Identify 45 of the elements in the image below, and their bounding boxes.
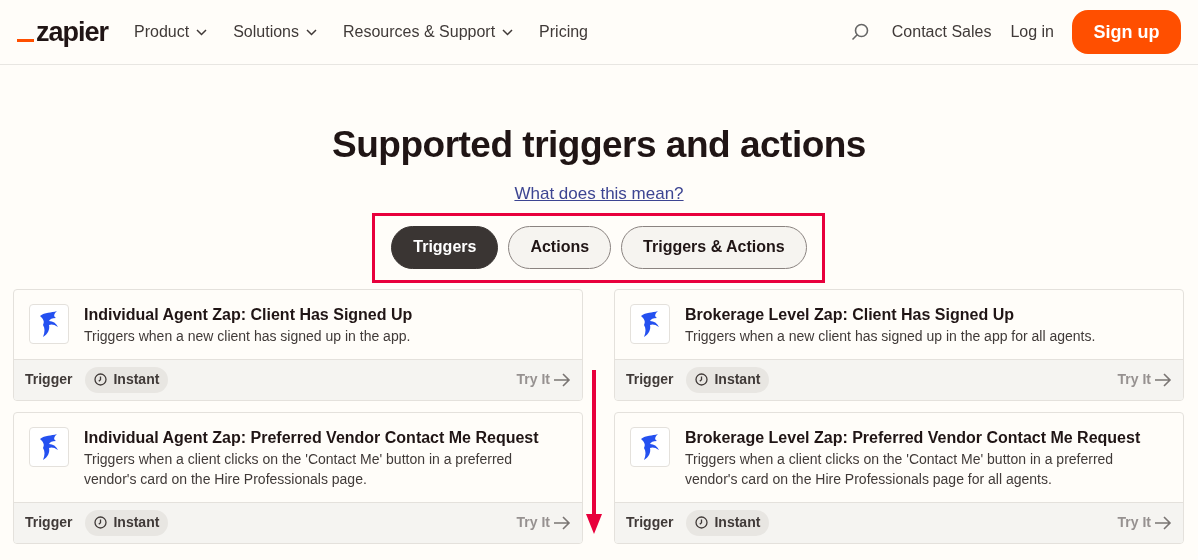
app-logo-icon	[630, 303, 670, 344]
nav-menu-item[interactable]: Resources & Support	[343, 20, 514, 44]
card-title: Individual Agent Zap: Preferred Vendor Contact Me Request	[84, 427, 540, 448]
logo-bar-icon	[17, 38, 34, 42]
card-type-label: Trigger	[626, 370, 674, 389]
arrow-right-icon	[553, 372, 571, 387]
app-logo-icon	[29, 426, 69, 467]
card-title: Brokerage Level Zap: Preferred Vendor Contact Me Request	[685, 427, 1142, 448]
chevron-down-icon	[502, 28, 514, 36]
nav-menu-item[interactable]: Pricing	[539, 20, 588, 44]
arrow-right-icon	[1154, 515, 1172, 530]
app-logo-icon	[630, 426, 670, 467]
card-description: Triggers when a new client has signed up in the app for all agents.	[685, 326, 1096, 346]
filter-tab[interactable]: Triggers & Actions	[621, 225, 807, 269]
card-description: Triggers when a client clicks on the 'Contact Me' button in a preferred vendor's card on the Hire Professionals page for all agents.	[685, 449, 1115, 489]
filter-tab[interactable]: Actions	[508, 225, 612, 269]
arrow-right-icon	[1154, 372, 1172, 387]
card-description: Triggers when a new client has signed up in the app.	[84, 326, 412, 346]
help-link[interactable]: What does this mean?	[514, 181, 684, 207]
clock-icon	[695, 373, 709, 386]
login-link[interactable]: Log in	[1010, 20, 1054, 44]
page-heading: Supported triggers and actions	[332, 125, 866, 165]
card-type-label: Trigger	[25, 513, 73, 532]
clock-icon	[94, 516, 108, 529]
instant-badge: Instant	[686, 509, 770, 536]
card-title: Brokerage Level Zap: Client Has Signed Up	[685, 304, 1015, 325]
clock-icon	[94, 373, 108, 386]
card-description: Triggers when a client clicks on the 'Contact Me' button in a preferred vendor's card on the Hire Professionals page.	[84, 449, 514, 489]
chevron-down-icon	[306, 28, 317, 36]
clock-icon	[695, 516, 709, 529]
card-type-label: Trigger	[626, 513, 674, 532]
card-type-label: Trigger	[25, 370, 73, 389]
nav-menu-item[interactable]: Solutions	[233, 20, 317, 44]
instant-badge: Instant	[85, 366, 169, 393]
instant-badge: Instant	[85, 509, 169, 536]
logo[interactable]: zapier	[36, 18, 109, 46]
card-title: Individual Agent Zap: Client Has Signed Up	[84, 304, 413, 325]
instant-badge: Instant	[686, 366, 770, 393]
contact-sales-link[interactable]: Contact Sales	[891, 20, 992, 44]
app-logo-icon	[29, 303, 69, 344]
chevron-down-icon	[196, 28, 208, 36]
search-icon[interactable]	[849, 22, 870, 42]
filter-tab[interactable]: Triggers	[391, 225, 499, 269]
arrow-right-icon	[553, 515, 571, 530]
nav-menu-item[interactable]: Product	[134, 20, 208, 44]
